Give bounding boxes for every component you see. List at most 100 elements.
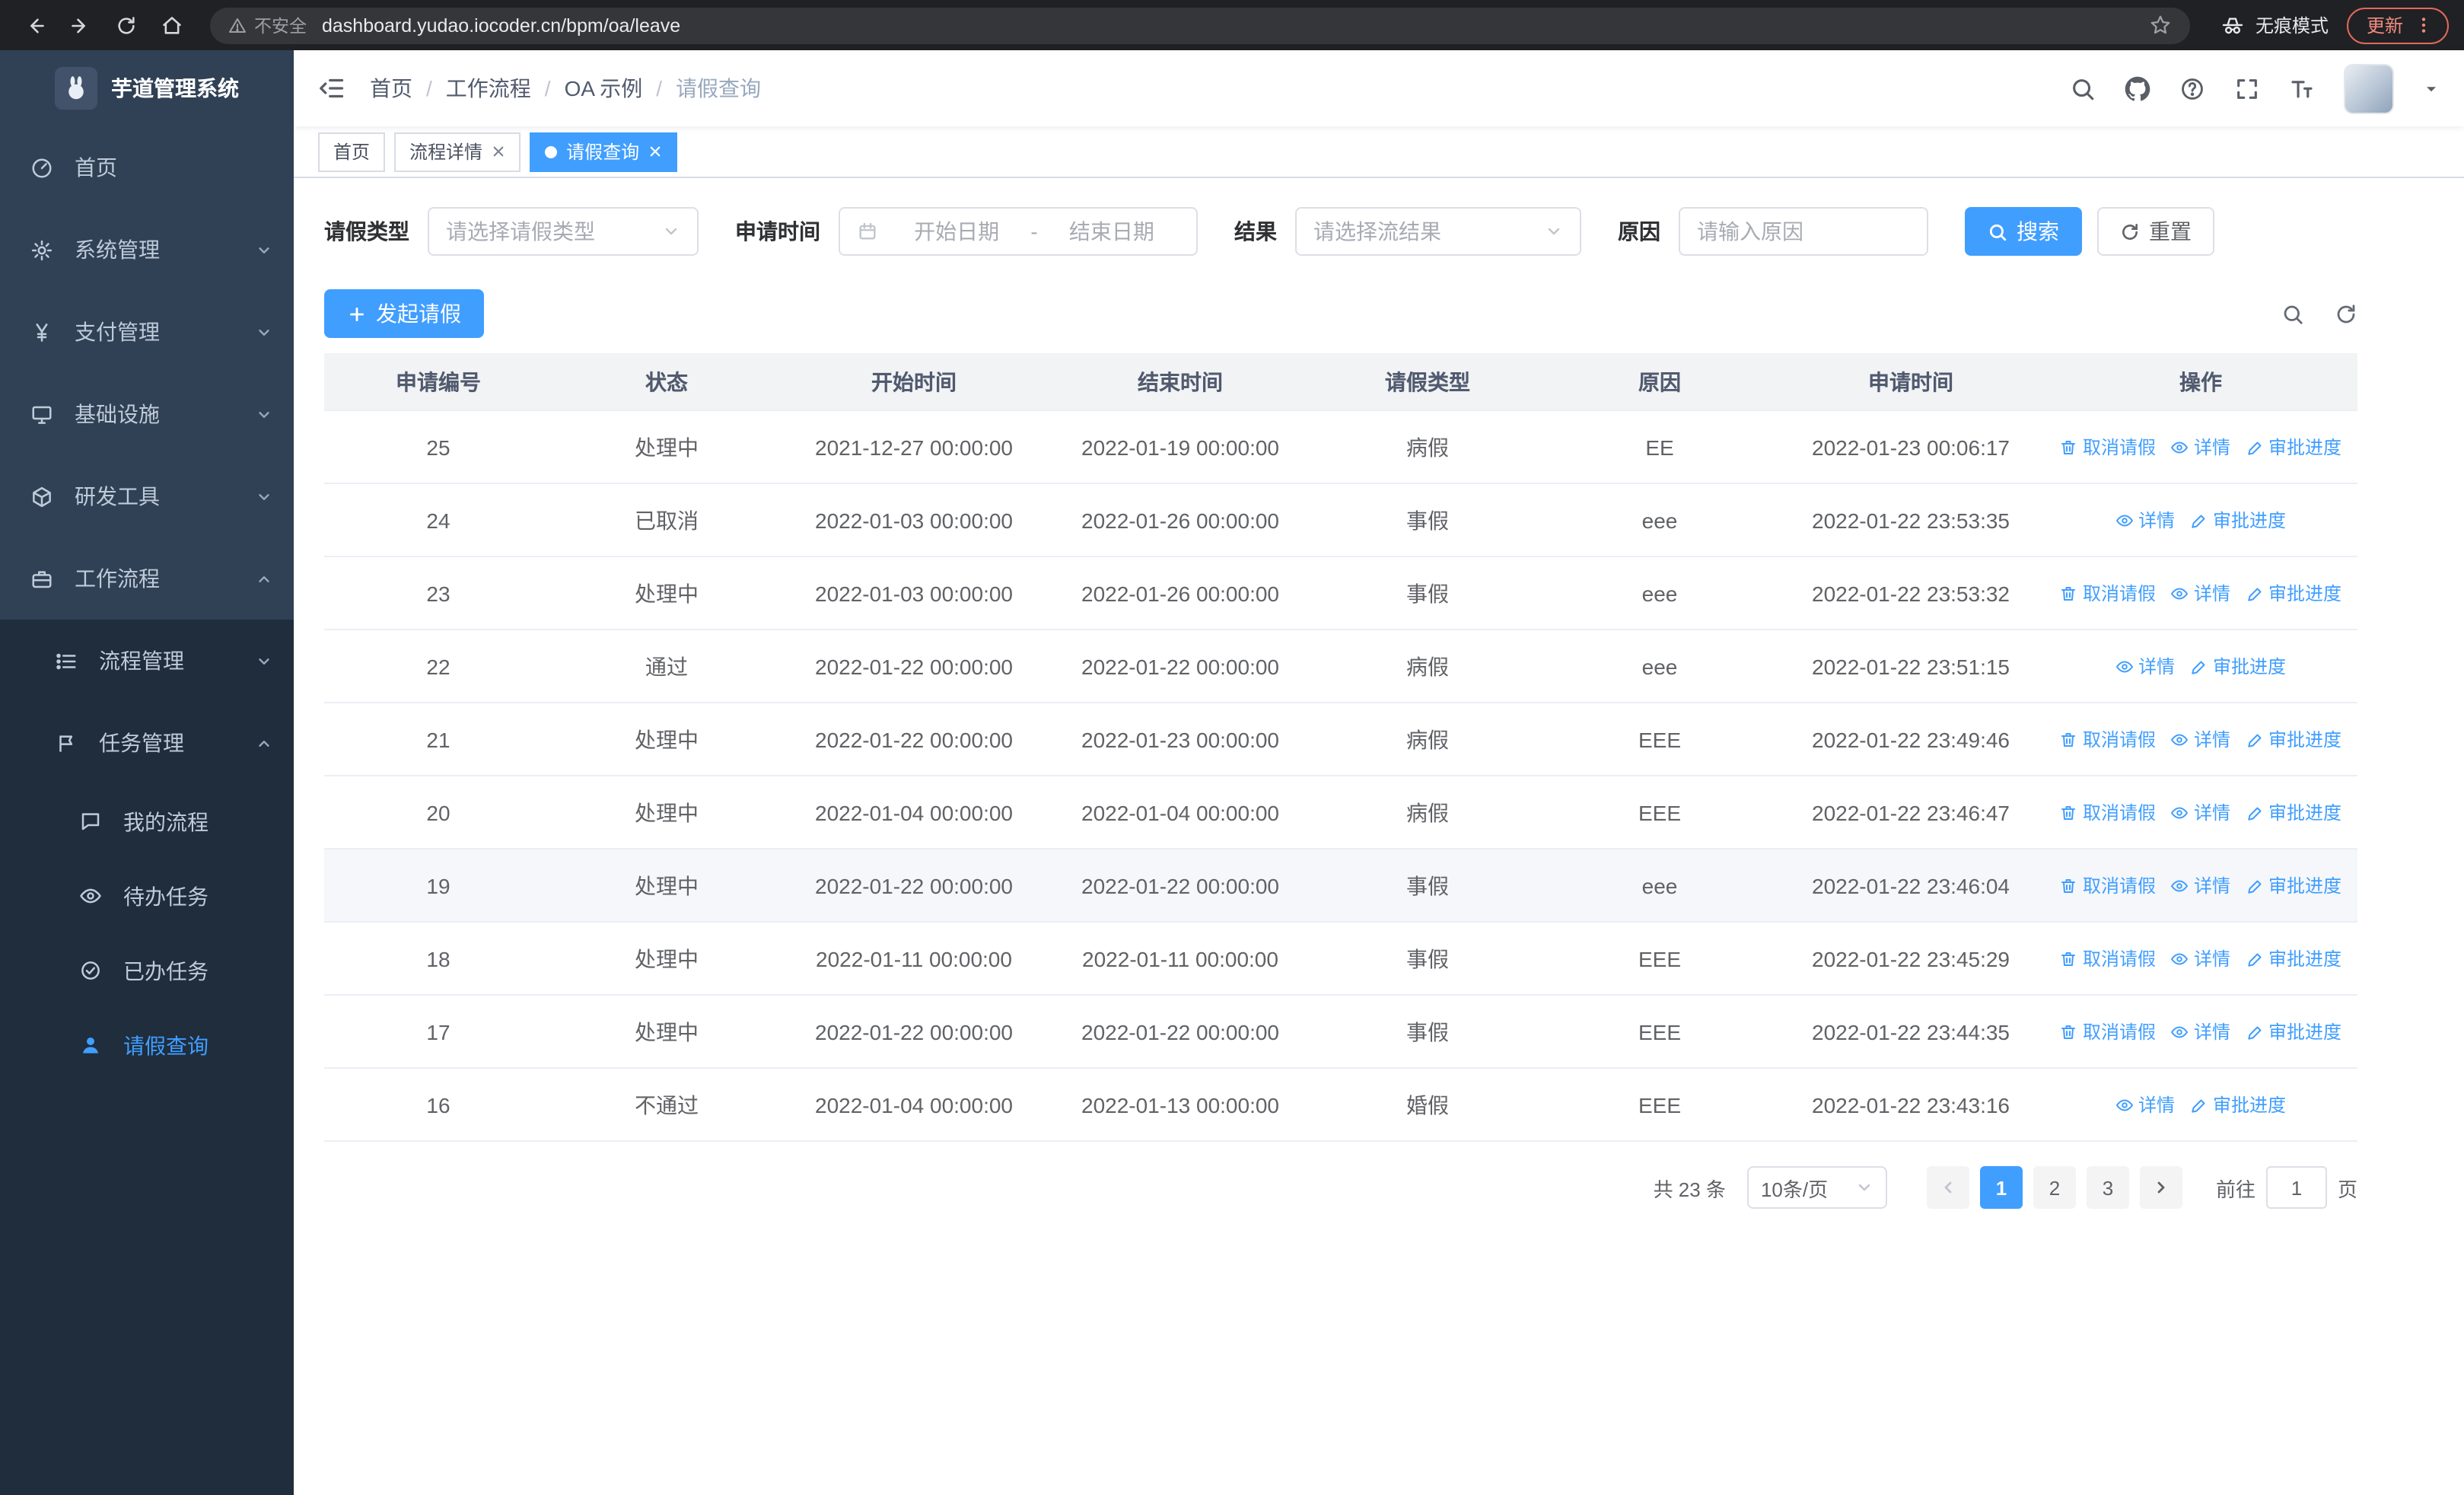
cancel-leave-link[interactable]: 取消请假 xyxy=(2060,434,2156,460)
reset-button[interactable]: 重置 xyxy=(2097,207,2214,256)
cancel-leave-link[interactable]: 取消请假 xyxy=(2060,799,2156,825)
app-logo[interactable]: 芋道管理系统 xyxy=(0,50,294,126)
sidebar-collapse-button[interactable] xyxy=(318,75,345,102)
cell-start: 2022-01-11 00:00:00 xyxy=(816,946,1012,971)
github-icon[interactable] xyxy=(2125,75,2150,101)
sidebar-item-workflow[interactable]: 工作流程 xyxy=(0,537,294,620)
chrome-update-button[interactable]: 更新 xyxy=(2346,7,2449,43)
detail-link[interactable]: 详情 xyxy=(2115,653,2175,679)
incognito-label: 无痕模式 xyxy=(2255,15,2329,37)
browser-toolbar: 不安全 dashboard.yudao.iocoder.cn/bpm/oa/le… xyxy=(0,0,2464,50)
approval-progress-link[interactable]: 审批进度 xyxy=(2246,434,2341,460)
tab-home[interactable]: 首页 xyxy=(318,132,386,171)
detail-link[interactable]: 详情 xyxy=(2171,580,2230,606)
browser-back-button[interactable] xyxy=(15,5,55,45)
approval-progress-link[interactable]: 审批进度 xyxy=(2190,653,2286,679)
detail-link[interactable]: 详情 xyxy=(2171,726,2230,752)
next-page-button[interactable] xyxy=(2139,1166,2182,1209)
sidebar-item-task-management[interactable]: 任务管理 xyxy=(0,702,294,784)
sidebar-item-leave-query[interactable]: 请假查询 xyxy=(0,1008,294,1082)
detail-link[interactable]: 详情 xyxy=(2171,434,2230,460)
caret-down-icon[interactable] xyxy=(2423,80,2440,97)
chevron-down-icon xyxy=(256,406,272,422)
breadcrumb-item-workflow[interactable]: 工作流程 xyxy=(446,73,531,104)
reason-input[interactable] xyxy=(1697,219,1910,244)
cell-type: 事假 xyxy=(1406,508,1449,532)
sidebar-item-todo-tasks[interactable]: 待办任务 xyxy=(0,859,294,933)
create-leave-button[interactable]: 发起请假 xyxy=(324,289,484,338)
breadcrumb-separator: / xyxy=(426,76,432,100)
page-size-select[interactable]: 10条/页 xyxy=(1746,1166,1887,1209)
cell-start: 2022-01-22 00:00:00 xyxy=(815,1019,1013,1044)
search-icon[interactable] xyxy=(2070,75,2096,101)
cell-status: 不通过 xyxy=(635,1092,699,1117)
tab-process-detail[interactable]: 流程详情 xyxy=(394,132,521,171)
page-button-3[interactable]: 3 xyxy=(2086,1166,2129,1209)
trash-icon xyxy=(2061,732,2076,746)
cell-actions: 详情 审批进度 xyxy=(2044,1092,2357,1117)
sidebar-item-home[interactable]: 首页 xyxy=(0,126,294,209)
sidebar-item-done-tasks[interactable]: 已办任务 xyxy=(0,933,294,1008)
cell-status: 处理中 xyxy=(635,800,699,824)
sidebar-item-process-management[interactable]: 流程管理 xyxy=(0,620,294,702)
detail-link[interactable]: 详情 xyxy=(2171,872,2230,898)
breadcrumb-item-oa-example[interactable]: OA 示例 xyxy=(565,73,643,104)
detail-link[interactable]: 详情 xyxy=(2171,799,2230,825)
refresh-table-button[interactable] xyxy=(2335,302,2357,325)
url-bar[interactable]: 不安全 dashboard.yudao.iocoder.cn/bpm/oa/le… xyxy=(210,7,2190,43)
approval-progress-link[interactable]: 审批进度 xyxy=(2246,580,2341,606)
table-row: 17 处理中 2022-01-22 00:00:00 2022-01-22 00… xyxy=(324,996,2357,1069)
browser-home-button[interactable] xyxy=(152,5,192,45)
search-button[interactable]: 搜索 xyxy=(1965,207,2082,256)
close-icon[interactable] xyxy=(492,145,505,158)
tab-leave-query[interactable]: 请假查询 xyxy=(530,132,678,171)
sidebar-item-dev-tools[interactable]: 研发工具 xyxy=(0,455,294,537)
approval-progress-link[interactable]: 审批进度 xyxy=(2246,945,2341,971)
browser-reload-button[interactable] xyxy=(107,5,146,45)
pen-icon xyxy=(2192,514,2205,528)
cancel-leave-link[interactable]: 取消请假 xyxy=(2060,580,2156,606)
sidebar-item-infrastructure[interactable]: 基础设施 xyxy=(0,373,294,455)
apply-time-range-picker[interactable]: 开始日期 - 结束日期 xyxy=(839,207,1198,256)
approval-progress-link[interactable]: 审批进度 xyxy=(2246,799,2341,825)
detail-link[interactable]: 详情 xyxy=(2171,945,2230,971)
leave-type-select[interactable]: 请选择请假类型 xyxy=(428,207,699,256)
breadcrumb-item-home[interactable]: 首页 xyxy=(370,73,412,104)
sidebar-item-payment-management[interactable]: 支付管理 xyxy=(0,291,294,373)
browser-forward-button[interactable] xyxy=(61,5,100,45)
goto-label: 前往 xyxy=(2215,1178,2255,1200)
toggle-search-button[interactable] xyxy=(2281,302,2304,325)
cancel-leave-link[interactable]: 取消请假 xyxy=(2060,726,2156,752)
user-avatar[interactable] xyxy=(2344,63,2394,113)
site-security-chip[interactable]: 不安全 xyxy=(228,13,307,37)
fullscreen-icon[interactable] xyxy=(2234,75,2260,101)
bookmark-star-icon[interactable] xyxy=(2149,14,2172,37)
help-icon[interactable] xyxy=(2179,75,2205,101)
approval-progress-link[interactable]: 审批进度 xyxy=(2190,507,2286,533)
cancel-leave-link[interactable]: 取消请假 xyxy=(2060,945,2156,971)
cancel-leave-link[interactable]: 取消请假 xyxy=(2060,1018,2156,1044)
approval-progress-link[interactable]: 审批进度 xyxy=(2190,1092,2286,1117)
trash-icon xyxy=(2061,878,2076,892)
close-icon[interactable] xyxy=(648,145,662,158)
page-button-1[interactable]: 1 xyxy=(1979,1166,2023,1209)
sidebar-item-label: 系统管理 xyxy=(75,237,160,262)
result-select[interactable]: 请选择流结果 xyxy=(1295,207,1581,256)
sidebar-item-system-management[interactable]: 系统管理 xyxy=(0,209,294,291)
detail-link[interactable]: 详情 xyxy=(2115,1092,2175,1117)
detail-link[interactable]: 详情 xyxy=(2115,507,2175,533)
cancel-leave-link[interactable]: 取消请假 xyxy=(2060,872,2156,898)
approval-progress-link[interactable]: 审批进度 xyxy=(2246,1018,2341,1044)
monitor-icon xyxy=(30,403,55,426)
goto-page-input[interactable] xyxy=(2265,1166,2327,1209)
prev-page-button[interactable] xyxy=(1926,1166,1969,1209)
detail-link[interactable]: 详情 xyxy=(2171,1018,2230,1044)
approval-progress-link[interactable]: 审批进度 xyxy=(2246,726,2341,752)
cell-type: 病假 xyxy=(1406,654,1449,678)
sidebar-item-my-processes[interactable]: 我的流程 xyxy=(0,784,294,859)
cell-id: 21 xyxy=(426,727,450,751)
pen-icon xyxy=(2247,587,2261,601)
font-size-icon[interactable] xyxy=(2289,75,2315,101)
approval-progress-link[interactable]: 审批进度 xyxy=(2246,872,2341,898)
page-button-2[interactable]: 2 xyxy=(2033,1166,2076,1209)
